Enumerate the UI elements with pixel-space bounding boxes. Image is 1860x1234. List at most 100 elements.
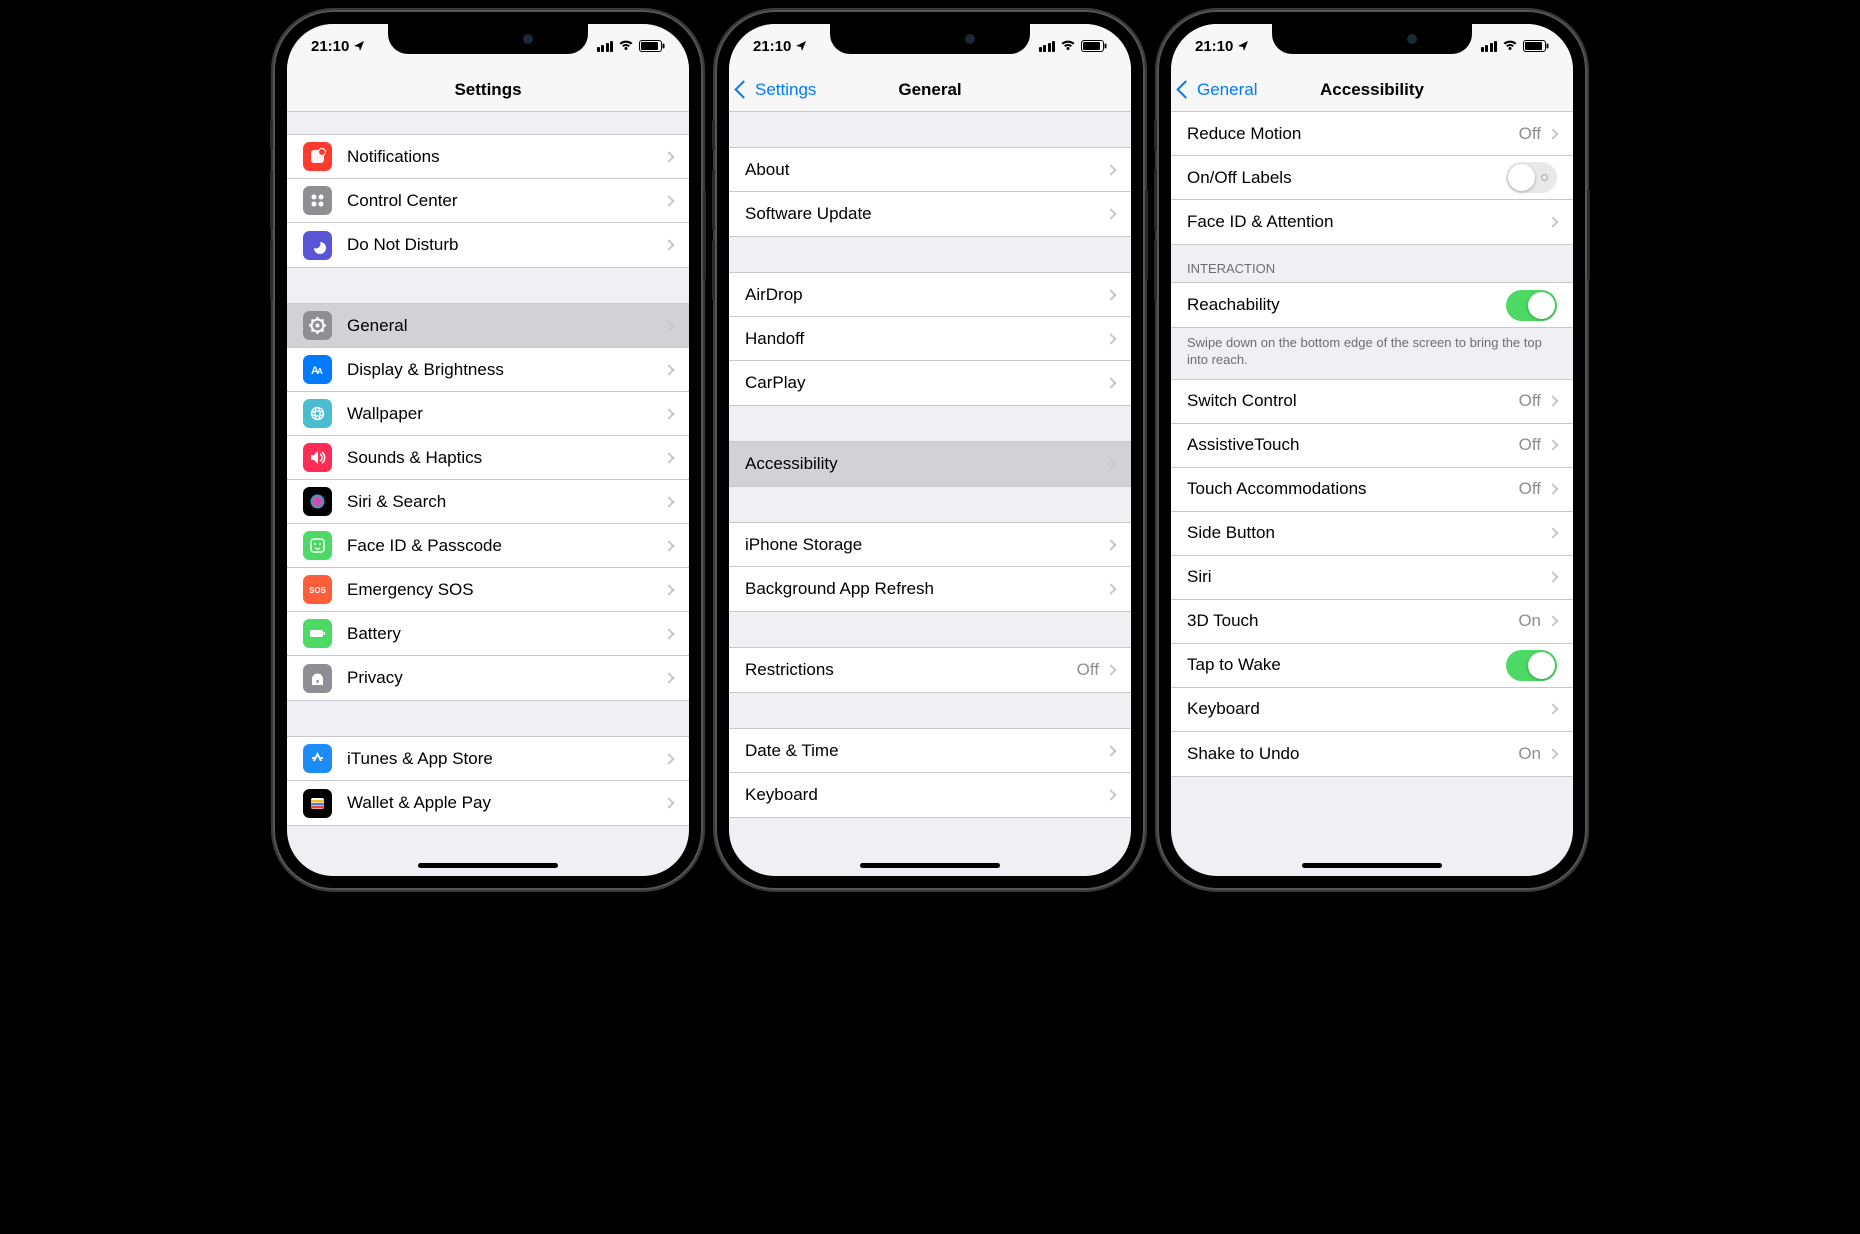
row-about[interactable]: About <box>729 148 1131 192</box>
row-label: Handoff <box>745 329 1107 349</box>
row-accessibility[interactable]: Accessibility <box>729 442 1131 486</box>
row-do-not-disturb[interactable]: Do Not Disturb <box>287 223 689 267</box>
chevron-right-icon <box>663 628 674 639</box>
row-label: iPhone Storage <box>745 535 1107 555</box>
row-label: Notifications <box>347 147 665 167</box>
accessibility-content[interactable]: Reduce MotionOff On/Off Labels Face ID & A… <box>1171 112 1573 876</box>
row-emergency-sos[interactable]: SOSEmergency SOS <box>287 568 689 612</box>
toggle-switch[interactable] <box>1506 162 1557 193</box>
power-button <box>1587 190 1590 280</box>
row-value: Off <box>1519 435 1541 455</box>
row-general[interactable]: General <box>287 304 689 348</box>
row-label: Face ID & Passcode <box>347 536 665 556</box>
row-sounds-haptics[interactable]: Sounds & Haptics <box>287 436 689 480</box>
nav-bar: Settings General <box>729 68 1131 112</box>
row-wallpaper[interactable]: Wallpaper <box>287 392 689 436</box>
row-label: Face ID & Attention <box>1187 212 1549 232</box>
row-touch-accommodations[interactable]: Touch AccommodationsOff <box>1171 468 1573 512</box>
row-switch-control[interactable]: Switch ControlOff <box>1171 380 1573 424</box>
row-shake-to-undo[interactable]: Shake to UndoOn <box>1171 732 1573 776</box>
phone-accessibility: 21:10 General Accessibility Reduce Motio… <box>1157 10 1587 890</box>
row-control-center[interactable]: Control Center <box>287 179 689 223</box>
row-handoff[interactable]: Handoff <box>729 317 1131 361</box>
settings-content[interactable]: Notifications Control CenterDo Not Distur… <box>287 112 689 876</box>
row-value: Off <box>1519 479 1541 499</box>
row-value: Off <box>1519 124 1541 144</box>
nav-title: General <box>898 80 961 100</box>
wifi-icon <box>1502 40 1518 52</box>
row-side-button[interactable]: Side Button <box>1171 512 1573 556</box>
row-assistivetouch[interactable]: AssistiveTouchOff <box>1171 424 1573 468</box>
row-label: 3D Touch <box>1187 611 1518 631</box>
toggle-switch[interactable] <box>1506 650 1557 681</box>
battery-icon <box>1523 40 1549 52</box>
sounds-icon <box>303 443 332 472</box>
row-label: Software Update <box>745 204 1107 224</box>
row-airdrop[interactable]: AirDrop <box>729 273 1131 317</box>
chevron-right-icon <box>1105 208 1116 219</box>
row-reachability[interactable]: Reachability <box>1171 283 1573 327</box>
chevron-right-icon <box>1547 572 1558 583</box>
row-background-app-refresh[interactable]: Background App Refresh <box>729 567 1131 611</box>
nav-bar: General Accessibility <box>1171 68 1573 112</box>
row-label: About <box>745 160 1107 180</box>
sos-icon: SOS <box>303 575 332 604</box>
row-siri-search[interactable]: Siri & Search <box>287 480 689 524</box>
row-label: Battery <box>347 624 665 644</box>
battery-icon <box>303 619 332 648</box>
row-carplay[interactable]: CarPlay <box>729 361 1131 405</box>
general-content[interactable]: About Software Update AirDrop Handoff CarPl… <box>729 112 1131 876</box>
back-button[interactable]: Settings <box>737 80 816 100</box>
nav-bar: Settings <box>287 68 689 112</box>
chevron-right-icon <box>663 408 674 419</box>
chevron-right-icon <box>1105 539 1116 550</box>
row-face-id-passcode[interactable]: Face ID & Passcode <box>287 524 689 568</box>
status-time: 21:10 <box>1195 38 1233 55</box>
row-restrictions[interactable]: RestrictionsOff <box>729 648 1131 692</box>
row-3d-touch[interactable]: 3D TouchOn <box>1171 600 1573 644</box>
chevron-right-icon <box>1105 164 1116 175</box>
volume-up <box>270 170 273 230</box>
appstore-icon <box>303 744 332 773</box>
row-face-id-attention[interactable]: Face ID & Attention <box>1171 200 1573 244</box>
home-indicator[interactable] <box>860 863 1000 868</box>
cellular-icon <box>1039 41 1056 52</box>
row-on-off-labels[interactable]: On/Off Labels <box>1171 156 1573 200</box>
row-battery[interactable]: Battery <box>287 612 689 656</box>
row-siri[interactable]: Siri <box>1171 556 1573 600</box>
svg-text:SOS: SOS <box>309 586 326 595</box>
row-keyboard[interactable]: Keyboard <box>729 773 1131 817</box>
nav-title: Settings <box>454 80 521 100</box>
toggle-switch[interactable] <box>1506 290 1557 321</box>
row-software-update[interactable]: Software Update <box>729 192 1131 236</box>
row-tap-to-wake[interactable]: Tap to Wake <box>1171 644 1573 688</box>
row-reduce-motion[interactable]: Reduce MotionOff <box>1171 112 1573 156</box>
row-iphone-storage[interactable]: iPhone Storage <box>729 523 1131 567</box>
row-date-time[interactable]: Date & Time <box>729 729 1131 773</box>
row-keyboard[interactable]: Keyboard <box>1171 688 1573 732</box>
privacy-icon <box>303 664 332 693</box>
home-indicator[interactable] <box>418 863 558 868</box>
phone-general: 21:10 Settings General AboutSoftware Upd… <box>715 10 1145 890</box>
dnd-icon <box>303 231 332 260</box>
location-icon <box>795 40 807 52</box>
notch <box>830 24 1030 54</box>
home-indicator[interactable] <box>1302 863 1442 868</box>
row-notifications[interactable]: Notifications <box>287 135 689 179</box>
row-display-brightness[interactable]: AADisplay & Brightness <box>287 348 689 392</box>
notch <box>1272 24 1472 54</box>
back-button[interactable]: General <box>1179 80 1257 100</box>
faceid-icon <box>303 531 332 560</box>
chevron-right-icon <box>1547 440 1558 451</box>
row-label: On/Off Labels <box>1187 168 1506 188</box>
row-privacy[interactable]: Privacy <box>287 656 689 700</box>
row-label: Sounds & Haptics <box>347 448 665 468</box>
power-button <box>1145 190 1148 280</box>
nav-title: Accessibility <box>1320 80 1424 100</box>
location-icon <box>1237 40 1249 52</box>
row-itunes-app-store[interactable]: iTunes & App Store <box>287 737 689 781</box>
row-wallet-apple-pay[interactable]: Wallet & Apple Pay <box>287 781 689 825</box>
row-value: Off <box>1077 660 1099 680</box>
chevron-right-icon <box>1547 484 1558 495</box>
volume-up <box>712 170 715 230</box>
